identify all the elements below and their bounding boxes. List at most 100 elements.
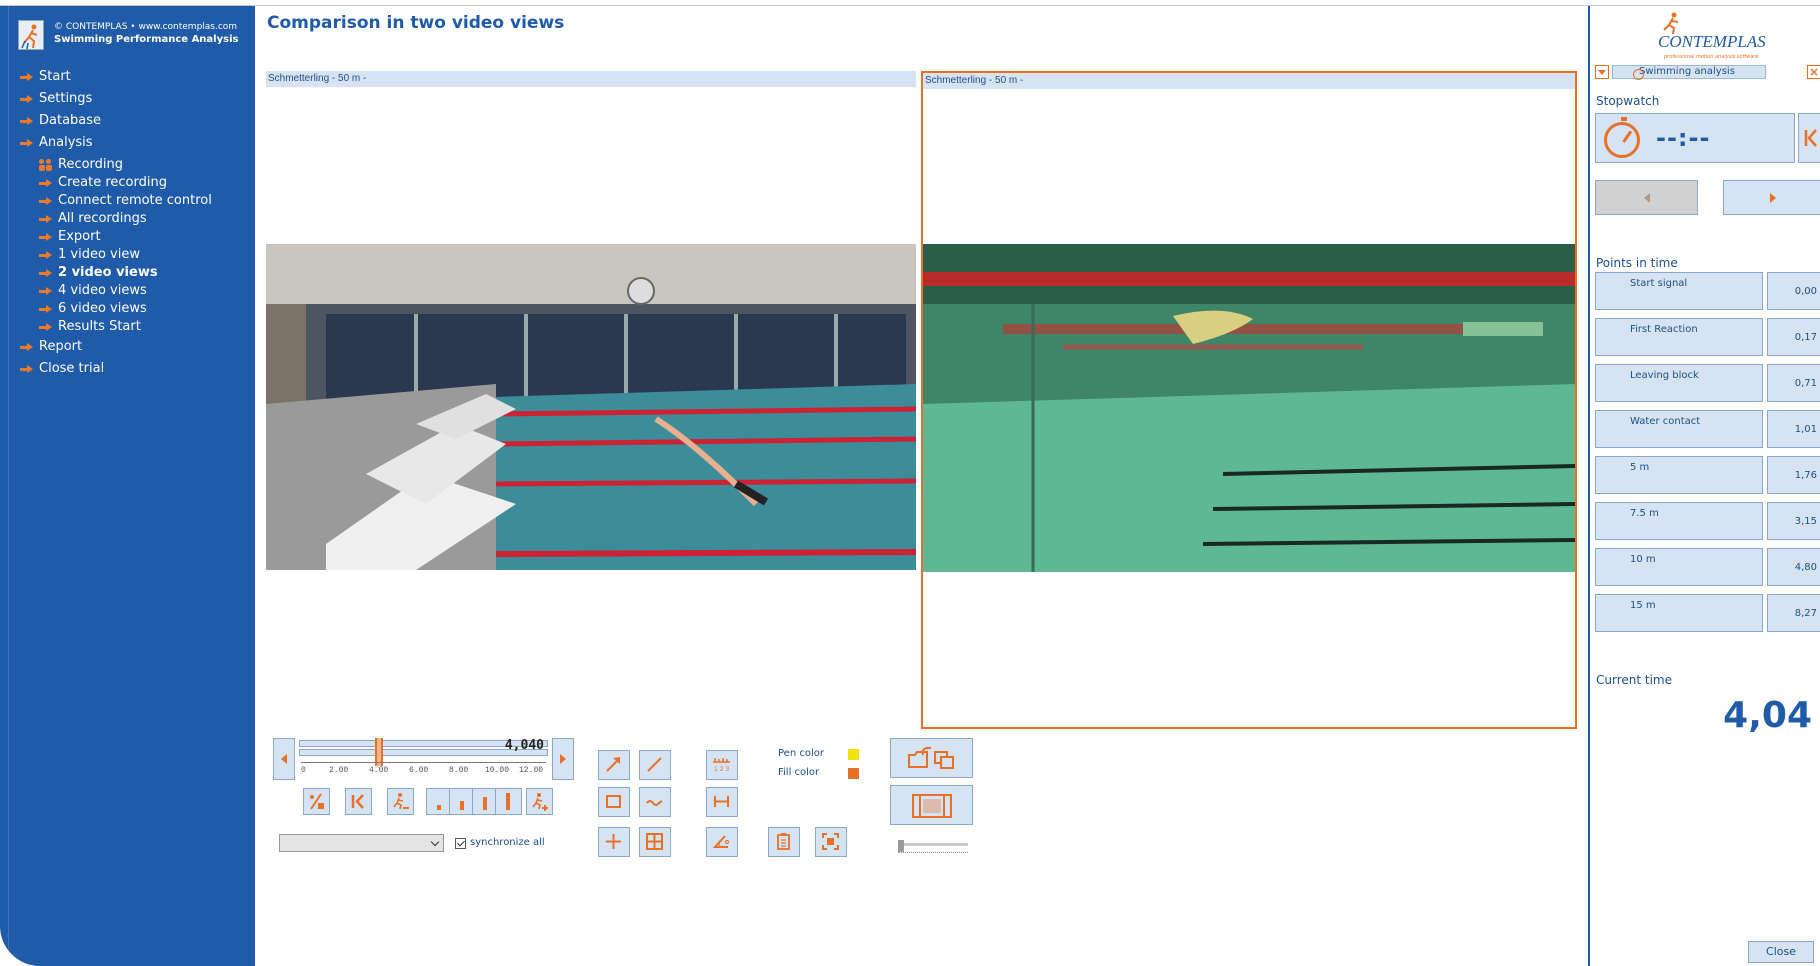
point-value: 3,15 [1767, 502, 1820, 540]
snapshot-frame-icon [822, 833, 839, 850]
video-select-dropdown[interactable] [279, 834, 444, 852]
draw-freehand-button[interactable] [639, 787, 671, 817]
module-field[interactable]: Swimming analysis [1612, 65, 1766, 80]
sidebar-item-2-video-views[interactable]: 2 video views [20, 264, 250, 282]
point-value: 4,80 [1767, 548, 1820, 586]
sidebar-item-export[interactable]: Export [20, 228, 250, 246]
slider-knob[interactable] [898, 840, 904, 852]
speed-level-4-button[interactable] [495, 788, 522, 815]
arrow-icon [39, 233, 52, 242]
timeline-scrubber[interactable]: 4,040 0 2.00 4.00 6.00 8.00 10.00 12.00 [297, 738, 550, 780]
go-to-start-button[interactable] [345, 788, 372, 815]
stopwatch-reset-button[interactable] [1798, 113, 1820, 163]
point-name-button[interactable]: Water contact [1595, 410, 1763, 448]
sidebar-item-4-video-views[interactable]: 4 video views [20, 282, 250, 300]
sidebar-item-label: Analysis [39, 135, 93, 150]
timeline-next-button[interactable] [552, 738, 574, 780]
sidebar-item-all-recordings[interactable]: All recordings [20, 210, 250, 228]
sidebar-item-report[interactable]: Report [20, 336, 250, 358]
video-frame-above-water[interactable] [266, 244, 916, 570]
draw-grid-button[interactable] [639, 827, 671, 857]
sidebar-item-connect-remote[interactable]: Connect remote control [20, 192, 250, 210]
measure-distance-button[interactable] [706, 787, 738, 817]
synchronize-label: synchronize all [470, 837, 545, 848]
filmstrip-button[interactable] [890, 785, 973, 825]
point-name-button[interactable]: Leaving block [1595, 364, 1763, 402]
timeline-prev-button[interactable] [273, 738, 295, 780]
point-value: 1,01 [1767, 410, 1820, 448]
arrow-icon [20, 73, 33, 82]
point-row-15m: 15 m 8,27 [1595, 594, 1820, 632]
point-row-leaving-block: Leaving block 0,71 [1595, 364, 1820, 402]
step-back-runner-button[interactable] [387, 788, 414, 815]
sidebar-item-settings[interactable]: Settings [20, 88, 250, 110]
zoom-slider[interactable] [898, 840, 968, 858]
sidebar-item-label: Results Start [58, 319, 141, 334]
sidebar-item-label: Database [39, 113, 102, 128]
stopwatch-button[interactable]: --:-- [1595, 113, 1795, 163]
brand-header: © CONTEMPLAS • www.contemplas.com Swimmi… [18, 16, 248, 56]
point-name-button[interactable]: First Reaction [1595, 318, 1763, 356]
arrow-icon [20, 343, 33, 352]
arrow-icon [39, 287, 52, 296]
sidebar-item-label: Recording [58, 157, 124, 172]
chevron-left-icon [1643, 192, 1650, 203]
clipboard-button[interactable] [768, 827, 800, 857]
synchronize-checkbox[interactable] [455, 838, 466, 849]
draw-rectangle-button[interactable] [598, 787, 630, 817]
measure-angle-button[interactable] [706, 827, 738, 857]
timeline-tick: 2.00 [329, 766, 349, 775]
timeline-value: 4,040 [504, 738, 544, 753]
point-name-button[interactable]: Start signal [1595, 272, 1763, 310]
sidebar-item-label: 1 video view [58, 247, 140, 262]
logo-subtitle: professional motion analysis software [1664, 54, 1759, 60]
sidebar-item-database[interactable]: Database [20, 110, 250, 132]
sidebar-item-1-video-view[interactable]: 1 video view [20, 246, 250, 264]
pen-color-label: Pen color [778, 748, 824, 759]
video-view-right[interactable]: Schmetterling - 50 m - [921, 71, 1577, 729]
close-button[interactable]: Close [1748, 941, 1814, 963]
sidebar-item-start[interactable]: Start [20, 66, 250, 88]
arrow-icon [39, 323, 52, 332]
speed-ratio-button[interactable] [303, 788, 330, 815]
logo-text: CONTEMPLAS [1658, 32, 1766, 51]
distance-icon [714, 796, 729, 807]
sidebar-item-recording[interactable]: Recording [20, 156, 250, 174]
draw-arrow-button[interactable] [598, 750, 630, 780]
snapshot-button[interactable] [815, 827, 847, 857]
sidebar-item-results-start[interactable]: Results Start [20, 318, 250, 336]
draw-crosshair-button[interactable] [598, 827, 630, 857]
fill-color-swatch[interactable] [848, 768, 859, 779]
open-video-button[interactable] [890, 738, 973, 778]
measure-scale-button[interactable]: 1 2 3 [706, 750, 738, 780]
point-name-button[interactable]: 15 m [1595, 594, 1763, 632]
sidebar-item-6-video-views[interactable]: 6 video views [20, 300, 250, 318]
sidebar-item-create-recording[interactable]: Create recording [20, 174, 250, 192]
timeline[interactable]: 4,040 0 2.00 4.00 6.00 8.00 10.00 12.00 [273, 738, 574, 780]
sidebar-item-analysis[interactable]: Analysis [20, 132, 250, 154]
people-icon [39, 159, 54, 171]
bar-level-3-icon [483, 797, 487, 810]
sidebar-item-label: 2 video views [58, 265, 158, 280]
previous-point-button[interactable] [1595, 180, 1698, 215]
point-row-7-5m: 7.5 m 3,15 [1595, 502, 1820, 540]
current-time-label: Current time [1596, 673, 1672, 687]
video-view-left[interactable]: Schmetterling - 50 m - [266, 71, 916, 729]
module-dropdown-button[interactable] [1595, 65, 1609, 79]
point-name-button[interactable]: 5 m [1595, 456, 1763, 494]
video-frame-underwater[interactable] [923, 244, 1575, 572]
freehand-tool-icon [646, 800, 663, 806]
close-icon[interactable]: × [1807, 65, 1820, 79]
point-row-start-signal: Start signal 0,00 [1595, 272, 1820, 310]
pen-color-swatch[interactable] [848, 749, 859, 760]
contemplas-logo: CONTEMPLAS professional motion analysis … [1650, 12, 1770, 60]
point-name-button[interactable]: 7.5 m [1595, 502, 1763, 540]
step-forward-runner-button[interactable] [526, 788, 553, 815]
point-name-button[interactable]: 10 m [1595, 548, 1763, 586]
sidebar-item-close-trial[interactable]: Close trial [20, 358, 250, 380]
stopwatch-icon [1633, 69, 1644, 80]
arrow-icon [39, 251, 52, 260]
draw-line-button[interactable] [639, 750, 671, 780]
grid-tool-icon [646, 833, 663, 850]
next-point-button[interactable] [1723, 180, 1820, 215]
